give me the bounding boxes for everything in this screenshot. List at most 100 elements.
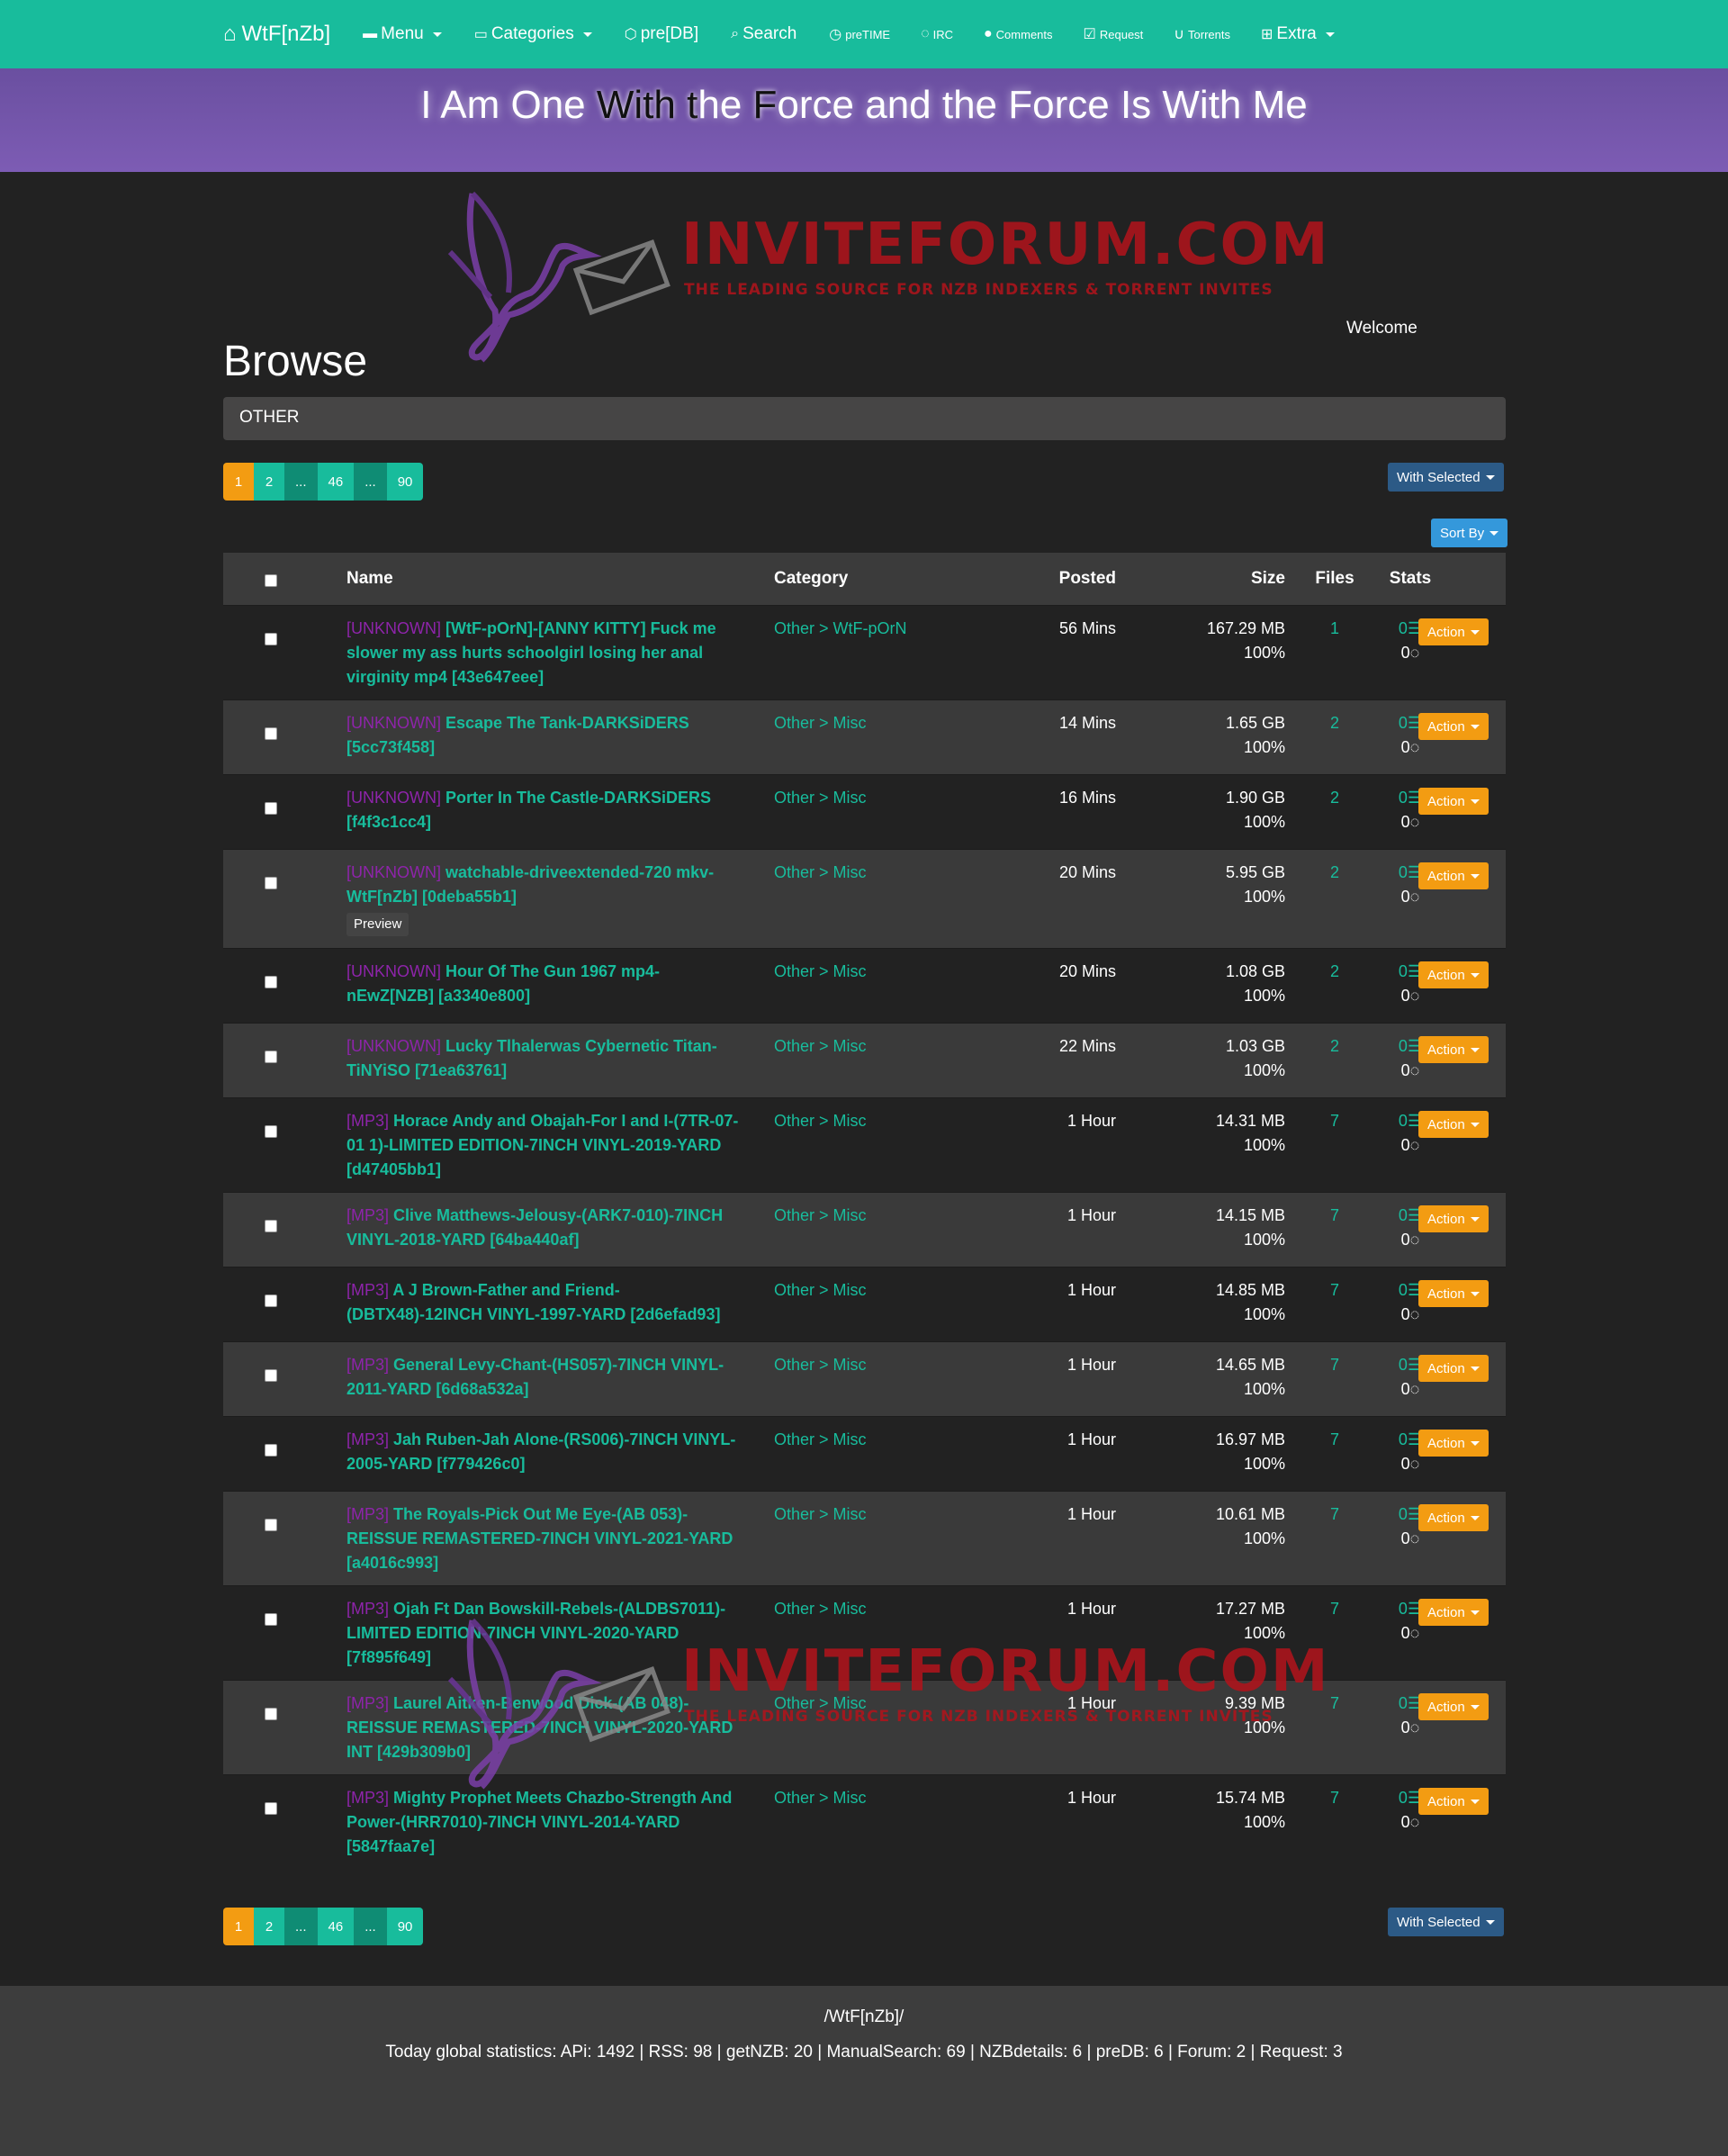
release-category[interactable]: Other > Misc — [774, 1204, 867, 1228]
release-name[interactable]: [UNKNOWN] watchable-driveextended-720 mk… — [346, 861, 742, 936]
release-name[interactable]: [MP3] Clive Matthews-Jelousy-(ARK7-010)-… — [346, 1204, 742, 1252]
row-checkbox[interactable] — [265, 1444, 277, 1457]
release-name[interactable]: [MP3] Ojah Ft Dan Bowskill-Rebels-(ALDBS… — [346, 1597, 742, 1670]
release-category[interactable]: Other > Misc — [774, 861, 867, 885]
row-checkbox[interactable] — [265, 1519, 277, 1531]
release-title[interactable]: Jah Ruben-Jah Alone-(RS006)-7INCH VINYL-… — [346, 1430, 735, 1473]
release-name[interactable]: [UNKNOWN] Porter In The Castle-DARKSiDER… — [346, 786, 742, 834]
nav-comments[interactable]: ● Comments — [984, 26, 1053, 42]
action-button[interactable]: Action — [1418, 961, 1489, 988]
action-button[interactable]: Action — [1418, 618, 1489, 645]
action-button[interactable]: Action — [1418, 1355, 1489, 1382]
nav-menu[interactable]: ▬ Menu — [363, 24, 442, 44]
action-button[interactable]: Action — [1418, 862, 1489, 889]
release-category[interactable]: Other > Misc — [774, 1109, 867, 1133]
page-link-2[interactable]: 2 — [254, 1908, 284, 1945]
preview-button[interactable]: Preview — [346, 913, 410, 936]
row-checkbox[interactable] — [265, 1613, 277, 1626]
release-category[interactable]: Other > Misc — [774, 1691, 867, 1716]
release-title[interactable]: General Levy-Chant-(HS057)-7INCH VINYL-2… — [346, 1356, 724, 1398]
nav-predb[interactable]: ⬡ pre[DB] — [625, 24, 698, 44]
with-selected-button[interactable]: With Selected — [1388, 463, 1504, 492]
action-button[interactable]: Action — [1418, 1111, 1489, 1138]
row-checkbox[interactable] — [265, 727, 277, 740]
row-checkbox[interactable] — [265, 1295, 277, 1307]
action-button[interactable]: Action — [1418, 1504, 1489, 1531]
release-title[interactable]: A J Brown-Father and Friend-(DBTX48)-12I… — [346, 1281, 720, 1323]
header-category[interactable]: Category — [774, 569, 848, 589]
release-category[interactable]: Other > Misc — [774, 1034, 867, 1059]
release-name[interactable]: [MP3] The Royals-Pick Out Me Eye-(AB 053… — [346, 1502, 742, 1575]
release-name[interactable]: [UNKNOWN] Escape The Tank-DARKSiDERS [5c… — [346, 711, 742, 760]
release-title[interactable]: Clive Matthews-Jelousy-(ARK7-010)-7INCH … — [346, 1206, 723, 1249]
row-checkbox[interactable] — [265, 976, 277, 988]
release-name[interactable]: [MP3] General Levy-Chant-(HS057)-7INCH V… — [346, 1353, 742, 1402]
action-button[interactable]: Action — [1418, 1788, 1489, 1815]
brand-link[interactable]: ⌂ WtF[nZb] — [223, 22, 330, 47]
release-category[interactable]: Other > Misc — [774, 1786, 867, 1810]
row-checkbox[interactable] — [265, 1125, 277, 1138]
release-name[interactable]: [MP3] Mighty Prophet Meets Chazbo-Streng… — [346, 1786, 742, 1859]
row-checkbox[interactable] — [265, 1708, 277, 1720]
action-button[interactable]: Action — [1418, 1693, 1489, 1720]
row-checkbox[interactable] — [265, 1220, 277, 1232]
action-button[interactable]: Action — [1418, 788, 1489, 815]
release-name[interactable]: [MP3] Jah Ruben-Jah Alone-(RS006)-7INCH … — [346, 1428, 742, 1476]
release-category[interactable]: Other > WtF-pOrN — [774, 617, 907, 641]
header-posted[interactable]: Posted — [1008, 569, 1116, 589]
release-category[interactable]: Other > Misc — [774, 1597, 867, 1621]
page-link-46[interactable]: 46 — [317, 1908, 355, 1945]
table-row: [MP3] Mighty Prophet Meets Chazbo-Streng… — [223, 1774, 1506, 1870]
release-name[interactable]: [UNKNOWN] Lucky Tlhalerwas Cybernetic Ti… — [346, 1034, 742, 1083]
release-title[interactable]: Ojah Ft Dan Bowskill-Rebels-(ALDBS7011)-… — [346, 1600, 725, 1666]
release-name[interactable]: [UNKNOWN] [WtF-pOrN]-[ANNY KITTY] Fuck m… — [346, 617, 742, 690]
page-link-2[interactable]: 2 — [254, 463, 284, 501]
breadcrumb-item[interactable]: OTHER — [239, 408, 300, 427]
nav-categories[interactable]: ▭ Categories — [474, 24, 592, 44]
with-selected-button-bottom[interactable]: With Selected — [1388, 1908, 1504, 1936]
release-category[interactable]: Other > Misc — [774, 1428, 867, 1452]
action-button[interactable]: Action — [1418, 1036, 1489, 1063]
release-category[interactable]: Other > Misc — [774, 711, 867, 735]
page-link-1[interactable]: 1 — [223, 463, 254, 501]
release-category[interactable]: Other > Misc — [774, 1502, 867, 1527]
action-button[interactable]: Action — [1418, 1599, 1489, 1626]
release-name[interactable]: [MP3] Horace Andy and Obajah-For I and I… — [346, 1109, 742, 1182]
release-title[interactable]: Laurel Aitken-Benwood Dick-(AB 048)-REIS… — [346, 1694, 733, 1761]
release-title[interactable]: Mighty Prophet Meets Chazbo-Strength And… — [346, 1789, 732, 1855]
release-category[interactable]: Other > Misc — [774, 1353, 867, 1377]
sort-by-button[interactable]: Sort By — [1431, 519, 1508, 547]
nav-torrents[interactable]: ∪ Torrents — [1174, 25, 1230, 43]
page-link-46[interactable]: 46 — [317, 463, 355, 501]
nav-irc[interactable]: ◌ IRC — [921, 26, 953, 42]
select-all-checkbox[interactable] — [265, 574, 277, 587]
page-link-90[interactable]: 90 — [386, 1908, 424, 1945]
nav-search[interactable]: ⌕ Search — [731, 24, 796, 44]
release-category[interactable]: Other > Misc — [774, 960, 867, 984]
release-name[interactable]: [MP3] A J Brown-Father and Friend-(DBTX4… — [346, 1278, 742, 1327]
nav-pretime[interactable]: ◷ preTIME — [829, 25, 890, 43]
row-checkbox[interactable] — [265, 877, 277, 889]
release-title[interactable]: Horace Andy and Obajah-For I and I-(7TR-… — [346, 1112, 738, 1178]
header-name[interactable]: Name — [346, 569, 393, 589]
row-checkbox[interactable] — [265, 1051, 277, 1063]
row-checkbox[interactable] — [265, 1802, 277, 1815]
row-checkbox[interactable] — [265, 1369, 277, 1382]
row-checkbox[interactable] — [265, 802, 277, 815]
action-button[interactable]: Action — [1418, 1430, 1489, 1457]
release-category[interactable]: Other > Misc — [774, 1278, 867, 1303]
release-title[interactable]: The Royals-Pick Out Me Eye-(AB 053)-REIS… — [346, 1505, 733, 1572]
action-button[interactable]: Action — [1418, 1205, 1489, 1232]
action-button[interactable]: Action — [1418, 1280, 1489, 1307]
nav-request[interactable]: ☑ Request — [1084, 25, 1144, 43]
page-link-1[interactable]: 1 — [223, 1908, 254, 1945]
page-link-90[interactable]: 90 — [386, 463, 424, 501]
nav-extra[interactable]: ⊞ Extra — [1261, 24, 1335, 44]
release-category[interactable]: Other > Misc — [774, 786, 867, 810]
action-button[interactable]: Action — [1418, 713, 1489, 740]
row-checkbox[interactable] — [265, 633, 277, 645]
release-name[interactable]: [MP3] Laurel Aitken-Benwood Dick-(AB 048… — [346, 1691, 742, 1764]
header-stats[interactable]: Stats — [1343, 569, 1478, 589]
completion-value: 100% — [1243, 738, 1285, 756]
release-name[interactable]: [UNKNOWN] Hour Of The Gun 1967 mp4-nEwZ[… — [346, 960, 742, 1008]
